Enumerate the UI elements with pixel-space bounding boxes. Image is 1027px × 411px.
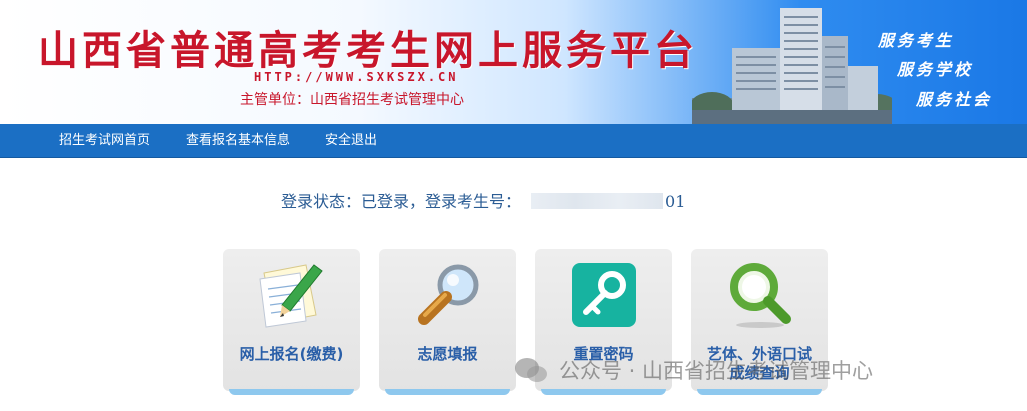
site-url[interactable]: HTTP://WWW.SXKSZX.CN	[254, 70, 459, 84]
pencil-paper-icon	[259, 264, 323, 328]
login-status: 登录状态：已登录，登录考生号： 01	[281, 188, 685, 212]
main-nav: 招生考试网首页 查看报名基本信息 安全退出	[0, 124, 1027, 158]
green-magnifier-icon	[730, 263, 791, 328]
nav-view-registration-link[interactable]: 查看报名基本信息	[186, 124, 290, 158]
nav-home-link[interactable]: 招生考试网首页	[59, 124, 150, 158]
candidate-number-suffix: 01	[665, 192, 686, 211]
application-filling-label: 志愿填报	[417, 345, 478, 363]
organization-label: 主管单位：山西省招生考试管理中心	[240, 92, 464, 108]
online-registration-label: 网上报名(缴费)	[239, 345, 344, 363]
slogan-1: 服务考生	[878, 31, 955, 50]
header-banner: 山西省普通高考考生网上服务平台 HTTP://WWW.SXKSZX.CN 主管单…	[0, 0, 1027, 124]
slogan-2: 服务学校	[897, 60, 974, 79]
key-icon	[572, 263, 636, 327]
site-title: 山西省普通高考考生网上服务平台	[38, 27, 698, 74]
masked-candidate-number	[531, 193, 664, 209]
wechat-icon	[515, 358, 547, 382]
online-registration-card[interactable]: 网上报名(缴费)	[223, 249, 360, 395]
building-image	[692, 8, 892, 124]
nav-logout-link[interactable]: 安全退出	[325, 124, 377, 158]
wechat-watermark: 公众号 · 山西省招生考试管理中心	[513, 355, 873, 385]
watermark-text: 公众号 · 山西省招生考试管理中心	[559, 359, 874, 383]
application-filling-card[interactable]: 志愿填报	[379, 249, 516, 395]
login-status-text: 登录状态：已登录，登录考生号：	[281, 192, 522, 211]
magnifier-icon	[418, 264, 479, 325]
slogan-3: 服务社会	[916, 90, 993, 109]
